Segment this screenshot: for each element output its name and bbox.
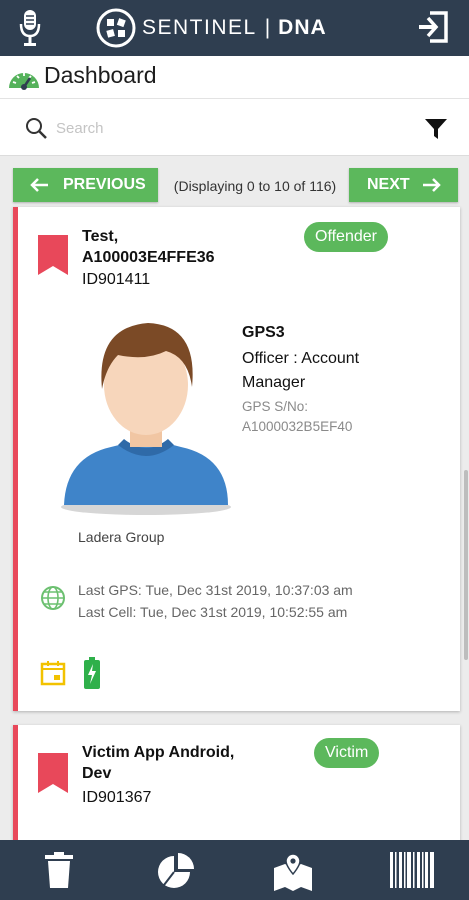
logo-text: SENTINEL <box>142 16 257 39</box>
search-input[interactable] <box>56 112 386 144</box>
group-name: Ladera Group <box>78 529 165 545</box>
logo-icon <box>96 8 136 48</box>
record-card[interactable]: Test, A100003E4FFE36 ID901411 Offender L… <box>13 207 460 711</box>
previous-label: PREVIOUS <box>63 176 146 193</box>
globe-icon <box>41 586 65 610</box>
avatar-icon <box>61 323 231 515</box>
last-cell-time: Last Cell: Tue, Dec 31st 2019, 10:52:55 … <box>78 604 348 620</box>
trash-icon[interactable] <box>44 852 74 888</box>
last-location: Last GPS: Tue, Dec 31st 2019, 10:37:03 a… <box>78 579 353 623</box>
scrollbar[interactable] <box>464 470 468 660</box>
record-id: ID901367 <box>82 789 152 806</box>
status-badge: Offender <box>304 222 388 252</box>
arrow-right-icon <box>422 178 441 192</box>
status-badge: Victim <box>314 738 380 768</box>
serial-number: A1000032B5EF40 <box>242 419 353 434</box>
next-label: NEXT <box>367 176 410 193</box>
filter-icon[interactable] <box>424 118 448 140</box>
record-id: ID901411 <box>82 271 151 288</box>
logo-dna: DNA <box>278 16 327 39</box>
record-name: Victim App Android, Dev <box>82 742 234 784</box>
previous-button[interactable]: PREVIOUS <box>13 168 158 202</box>
officer-text: Officer : Account Manager <box>242 350 360 391</box>
next-button[interactable]: NEXT <box>349 168 458 202</box>
serial-info: GPS S/No: A1000032B5EF40 <box>242 397 412 437</box>
battery-icon <box>84 657 100 689</box>
bookmark-icon[interactable] <box>38 235 68 275</box>
gauge-icon <box>9 73 39 90</box>
record-name-line2: A100003E4FFE36 <box>82 249 215 266</box>
pie-chart-icon[interactable] <box>156 852 196 890</box>
device-name: GPS3 <box>242 324 285 341</box>
map-icon[interactable] <box>272 852 314 892</box>
page-title: Dashboard <box>44 62 157 88</box>
search-icon[interactable] <box>24 116 48 140</box>
calendar-icon[interactable] <box>40 660 66 686</box>
microphone-icon[interactable] <box>16 8 44 48</box>
display-count: (Displaying 0 to 10 of 116) <box>173 178 337 194</box>
arrow-left-icon <box>30 178 48 192</box>
record-name-line1: Victim App Android, <box>82 744 235 761</box>
record-card[interactable]: Victim App Android, Dev ID901367 Victim <box>13 725 460 855</box>
logo-separator: | <box>264 16 271 39</box>
record-name-line1: Test, <box>82 228 119 245</box>
record-name-line2: Dev <box>82 765 112 782</box>
bookmark-icon[interactable] <box>38 753 68 793</box>
record-name: Test, A100003E4FFE36 <box>82 226 215 268</box>
logout-icon[interactable] <box>416 10 450 44</box>
serial-label: GPS S/No: <box>242 399 309 414</box>
barcode-icon[interactable] <box>390 852 434 888</box>
last-gps-time: Last GPS: Tue, Dec 31st 2019, 10:37:03 a… <box>78 582 353 598</box>
app-logo: SENTINEL | DNA <box>96 6 327 50</box>
